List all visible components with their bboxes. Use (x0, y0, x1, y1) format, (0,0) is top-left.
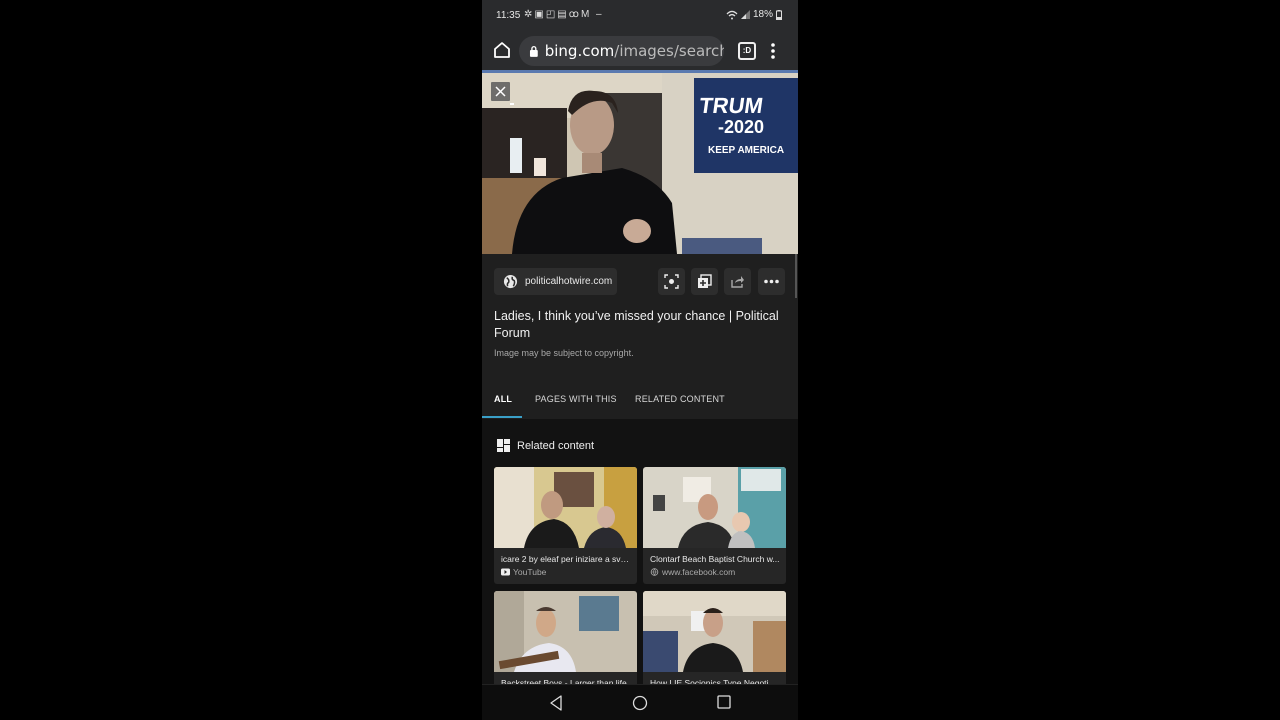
tab-related-content[interactable]: RELATED CONTENT (635, 394, 725, 404)
status-time: 11:35 (496, 10, 521, 21)
close-button[interactable] (491, 82, 510, 101)
source-domain: politicalhotwire.com (525, 276, 613, 287)
image-detail-panel: politicalhotwire.com Ladies, I think you… (482, 254, 798, 419)
back-icon[interactable] (549, 695, 563, 711)
share-icon (731, 276, 744, 288)
add-to-collection-button[interactable] (691, 268, 718, 295)
voicemail-icon: ꝏ (568, 9, 581, 20)
calendar-icon: ▤ (557, 9, 569, 20)
svg-text:-2020: -2020 (718, 117, 764, 137)
tab-pages-with-this[interactable]: PAGES WITH THIS (535, 394, 617, 404)
tab-switcher-button[interactable]: :D (738, 42, 756, 60)
related-card-title: icare 2 by eleaf per iniziare a sva... (501, 554, 631, 564)
recents-icon[interactable] (717, 695, 731, 709)
home-icon[interactable] (492, 40, 512, 60)
visual-search-button[interactable] (658, 268, 685, 295)
close-icon (495, 86, 506, 97)
main-image[interactable]: TRUM -2020 KEEP AMERICA (482, 73, 798, 254)
home-nav-icon[interactable] (632, 695, 648, 711)
signal-icon (740, 10, 750, 19)
share-button[interactable] (724, 268, 751, 295)
url-domain: bing.com (544, 42, 615, 60)
status-bar: 11:35 ✲▣◰▤ꝏM – 18% (482, 0, 798, 30)
tab-all[interactable]: ALL (494, 394, 512, 404)
copyright-note: Image may be subject to copyright. (494, 348, 634, 358)
lock-icon (529, 45, 538, 57)
related-thumbnail (494, 467, 637, 548)
related-card[interactable]: Clontarf Beach Baptist Church w... www.f… (643, 467, 786, 584)
related-card-source: www.facebook.com (650, 567, 735, 577)
cast-icon: ◰ (545, 9, 558, 20)
more-horiz-icon (764, 279, 779, 284)
browser-toolbar: bing.com/images/search :D (482, 30, 798, 70)
battery-percent: 18% (752, 9, 773, 20)
related-heading-text: Related content (517, 439, 595, 452)
dash-icon: – (591, 9, 604, 20)
fan-icon: ✲ (524, 9, 535, 20)
url-bar[interactable]: bing.com/images/search (519, 36, 724, 66)
related-card-source: YouTube (501, 567, 546, 577)
related-thumbnail (643, 467, 786, 548)
globe-icon (503, 274, 518, 289)
battery-icon (776, 9, 782, 20)
source-name: YouTube (513, 567, 547, 577)
related-card-title: Clontarf Beach Baptist Church w... (650, 554, 780, 564)
detail-tabs: ALL PAGES WITH THIS RELATED CONTENT (482, 386, 798, 419)
related-content-section: Related content icare 2 by eleaf per ini… (482, 419, 798, 719)
more-options-button[interactable] (758, 268, 785, 295)
main-image-graphic: TRUM -2020 KEEP AMERICA (482, 73, 798, 254)
wifi-icon (726, 10, 738, 19)
globe-icon (650, 568, 659, 576)
svg-text:TRUM: TRUM (698, 93, 765, 118)
android-nav-bar (482, 684, 798, 720)
collection-add-icon (698, 274, 712, 288)
visual-search-icon (664, 274, 679, 289)
image-title[interactable]: Ladies, I think you’ve missed your chanc… (494, 308, 784, 342)
related-thumbnail (494, 591, 637, 672)
related-card[interactable]: icare 2 by eleaf per iniziare a sva... Y… (494, 467, 637, 584)
related-content-heading: Related content (497, 439, 594, 452)
notification-icons: ✲▣◰▤ꝏM – (524, 9, 604, 20)
svg-text:KEEP AMERICA: KEEP AMERICA (708, 145, 784, 156)
url-text[interactable]: bing.com/images/search (545, 42, 724, 60)
related-thumbnail (643, 591, 786, 672)
source-chip[interactable]: politicalhotwire.com (494, 268, 617, 295)
youtube-icon (501, 568, 510, 576)
phone-screen: 11:35 ✲▣◰▤ꝏM – 18% bing.com/images/searc… (482, 0, 798, 720)
source-name: www.facebook.com (662, 567, 736, 577)
dashboard-icon (497, 439, 510, 452)
gallery-icon: ▣ (534, 9, 546, 20)
more-vert-icon[interactable] (770, 42, 776, 60)
status-right: 18% (726, 9, 782, 20)
url-path: /images/search (614, 42, 724, 60)
gmail-icon: M (580, 9, 592, 20)
scrollbar[interactable] (795, 254, 797, 298)
active-tab-indicator (482, 416, 522, 418)
